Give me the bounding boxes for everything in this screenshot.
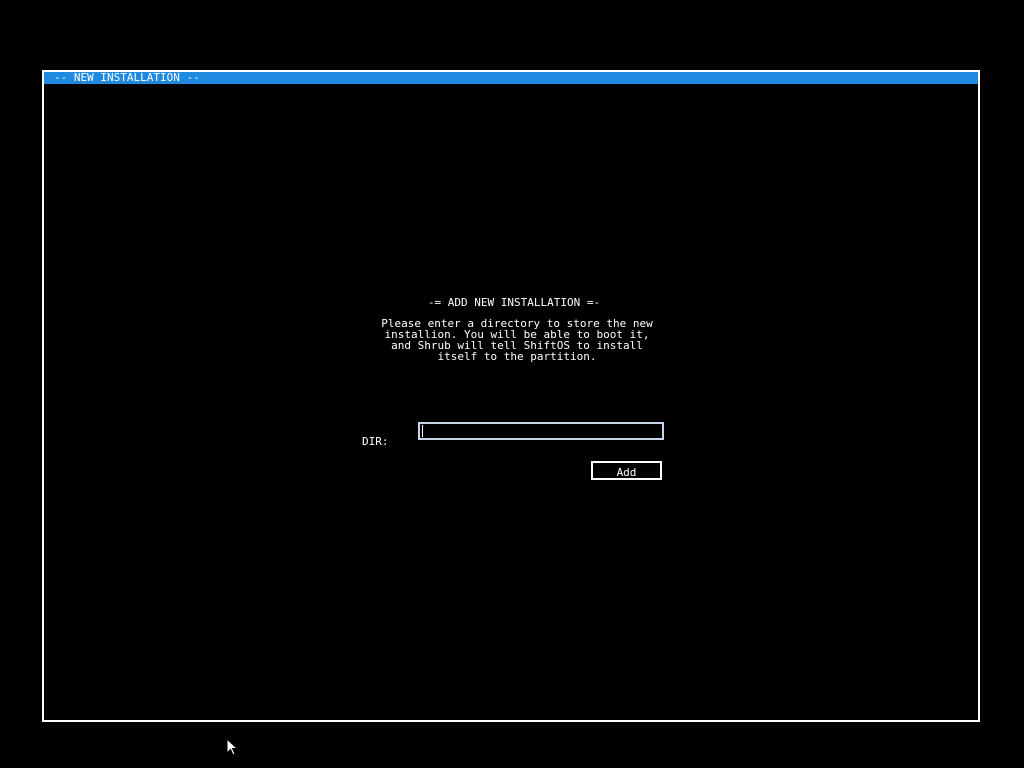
arrow-cursor-icon	[226, 738, 238, 756]
window-titlebar[interactable]: -- NEW INSTALLATION --	[44, 72, 978, 84]
window-content: -= ADD NEW INSTALLATION =- Please enter …	[44, 84, 978, 720]
dir-input[interactable]	[418, 422, 664, 440]
window-title: -- NEW INSTALLATION --	[54, 71, 200, 84]
text-caret	[422, 425, 423, 437]
new-installation-window: -- NEW INSTALLATION -- -= ADD NEW INSTAL…	[42, 70, 980, 722]
dir-label: DIR:	[362, 435, 389, 448]
add-button[interactable]: Add	[591, 461, 662, 480]
desktop-screen: -- NEW INSTALLATION -- -= ADD NEW INSTAL…	[0, 0, 1024, 768]
dialog-description: Please enter a directory to store the ne…	[362, 318, 672, 362]
description-line: itself to the partition.	[437, 350, 597, 363]
dialog-heading: -= ADD NEW INSTALLATION =-	[427, 296, 601, 309]
